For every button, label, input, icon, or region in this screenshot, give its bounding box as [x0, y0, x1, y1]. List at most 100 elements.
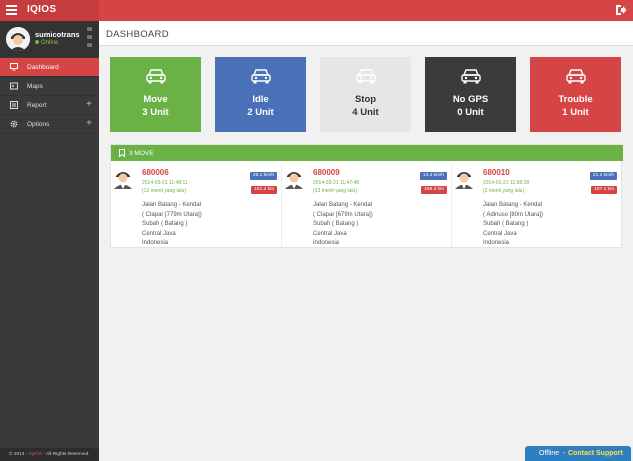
sidebar-item-options[interactable]: Options + [0, 115, 99, 134]
sidebar-menu: Dashboard Maps Report + Options + [0, 58, 99, 134]
address-line: Jalan Batang - Kendal [313, 202, 373, 208]
monitor-icon [10, 63, 18, 71]
address-line: Subah ( Batang ) [142, 221, 188, 227]
distance-badge: 161.2 km [251, 186, 277, 194]
sidebar: sumicotrans Online Dashboard Maps Report… [0, 21, 99, 461]
address-line: Indonesia [142, 240, 169, 246]
contact-support-button[interactable]: Offline - Contact Support [525, 446, 631, 461]
mail-icon[interactable] [87, 27, 92, 31]
vehicle-id[interactable]: 680006 [142, 168, 169, 177]
address-line: Subah ( Batang ) [483, 221, 529, 227]
address-line: Central Java [313, 230, 347, 237]
tile-count: 4 Unit [352, 107, 379, 118]
speed-badge: 26.1 km/h [249, 172, 277, 180]
sidebar-item-report[interactable]: Report + [0, 96, 99, 115]
sidebar-item-maps[interactable]: Maps [0, 77, 99, 96]
vehicle-address: Jalan Batang - Kendal ( Clapar [679m Uta… [313, 201, 373, 249]
vehicle-time: 2014-03-21 11:48:11 [142, 180, 188, 186]
user-name: sumicotrans [35, 30, 80, 39]
menu-toggle-icon[interactable] [6, 5, 17, 15]
vehicle-ago: (12 menit yang lalu) [142, 188, 186, 194]
tile-label: Stop [354, 94, 377, 105]
sidebar-item-label: Maps [27, 83, 43, 90]
distance-badge: 168.3 km [421, 186, 447, 194]
speed-badge: 21.2 km/h [589, 172, 617, 180]
tile-label: Trouble [558, 94, 593, 105]
user-status: Online [35, 40, 58, 46]
panel-title: 3 MOVE [129, 149, 154, 157]
bookmark-icon [119, 149, 125, 157]
vehicle-id[interactable]: 680010 [483, 168, 510, 177]
address-line: Subah ( Batang ) [313, 221, 359, 227]
speed-badge: 14.4 km/h [419, 172, 447, 180]
tile-count: 3 Unit [142, 107, 169, 118]
car-icon [565, 69, 586, 84]
page-header: DASHBOARD [99, 21, 633, 46]
bell-icon[interactable] [87, 35, 92, 39]
vehicle-id[interactable]: 680009 [313, 168, 340, 177]
tile-trouble[interactable]: Trouble 1 Unit [530, 57, 621, 132]
status-dot-icon [35, 40, 39, 45]
tile-label: Move [143, 94, 168, 105]
expand-plus-icon[interactable]: + [86, 118, 92, 129]
top-navbar: IQIOS [0, 0, 633, 21]
distance-badge: 157.1 km [591, 186, 617, 194]
tile-count: 2 Unit [247, 107, 274, 118]
vehicle-address: Jalan Batang - Kendal ( Adinuso [80m Uta… [483, 201, 543, 249]
sidebar-item-label: Options [27, 121, 50, 128]
vehicle-card[interactable]: 680006 2014-03-21 11:48:11 (12 menit yan… [111, 163, 281, 247]
list-icon[interactable] [87, 43, 92, 47]
sidebar-footer: © 2014 - IQIOS - All Rights Reserved. [0, 448, 99, 461]
address-line: ( Clapar [779m Utara]) [142, 211, 202, 218]
address-line: Central Java [483, 230, 517, 237]
tile-label: Idle [252, 94, 269, 105]
vehicle-card[interactable]: 680009 2014-03-21 11:47:48 (13 menit yan… [281, 163, 451, 247]
gear-icon [10, 120, 18, 128]
vehicle-ago: (2 menit yang lalu) [483, 188, 525, 194]
address-line: Jalan Batang - Kendal [483, 202, 543, 208]
support-separator: - [563, 449, 566, 457]
sidebar-item-label: Dashboard [27, 64, 59, 71]
user-status-label: Online [41, 40, 59, 46]
driver-avatar-icon [114, 172, 132, 189]
address-line: Jalan Batang - Kendal [142, 202, 202, 208]
avatar[interactable] [6, 27, 30, 51]
sidebar-item-dashboard[interactable]: Dashboard [0, 58, 99, 77]
move-panel: 3 MOVE 680006 2014-03-21 11:48:11 (12 me… [110, 144, 623, 248]
expand-plus-icon[interactable]: + [86, 99, 92, 110]
footer-brand: IQIOS [28, 452, 43, 457]
address-line: ( Adinuso [80m Utara]) [483, 211, 544, 218]
address-line: Central Java [142, 230, 176, 237]
vehicle-address: Jalan Batang - Kendal ( Clapar [779m Uta… [142, 201, 202, 249]
address-line: ( Clapar [679m Utara]) [313, 211, 373, 218]
support-label: Contact Support [568, 449, 623, 457]
vehicle-ago: (13 menit yang lalu) [313, 188, 357, 194]
address-line: Indonesia [313, 240, 340, 246]
tile-move[interactable]: Move 3 Unit [110, 57, 201, 132]
tile-count: 0 Unit [457, 107, 484, 118]
tile-label: No GPS [452, 94, 489, 105]
address-line: Indonesia [483, 240, 510, 246]
vehicle-time: 2014-03-21 11:58:18 [483, 180, 530, 186]
report-icon [10, 101, 18, 109]
driver-avatar-icon [285, 172, 303, 189]
page-title: DASHBOARD [106, 29, 169, 40]
user-panel: sumicotrans Online [0, 21, 99, 57]
car-icon [145, 69, 166, 84]
user-panel-icons [87, 27, 93, 51]
tile-count: 1 Unit [562, 107, 589, 118]
car-icon [250, 69, 271, 84]
tile-stop[interactable]: Stop 4 Unit [320, 57, 411, 132]
support-status: Offline [539, 449, 560, 457]
tile-idle[interactable]: Idle 2 Unit [215, 57, 306, 132]
tile-no-gps[interactable]: No GPS 0 Unit [425, 57, 516, 132]
footer-suffix: - All Rights Reserved. [42, 452, 90, 457]
sidebar-item-label: Report [27, 102, 47, 109]
driver-avatar-icon [455, 172, 473, 189]
car-icon [355, 69, 376, 84]
brand-zone: IQIOS [0, 0, 99, 21]
vehicle-card[interactable]: 680010 2014-03-21 11:58:18 (2 menit yang… [451, 163, 621, 247]
brand-logo[interactable]: IQIOS [27, 4, 56, 15]
map-icon [10, 82, 18, 90]
logout-icon[interactable] [615, 4, 627, 16]
